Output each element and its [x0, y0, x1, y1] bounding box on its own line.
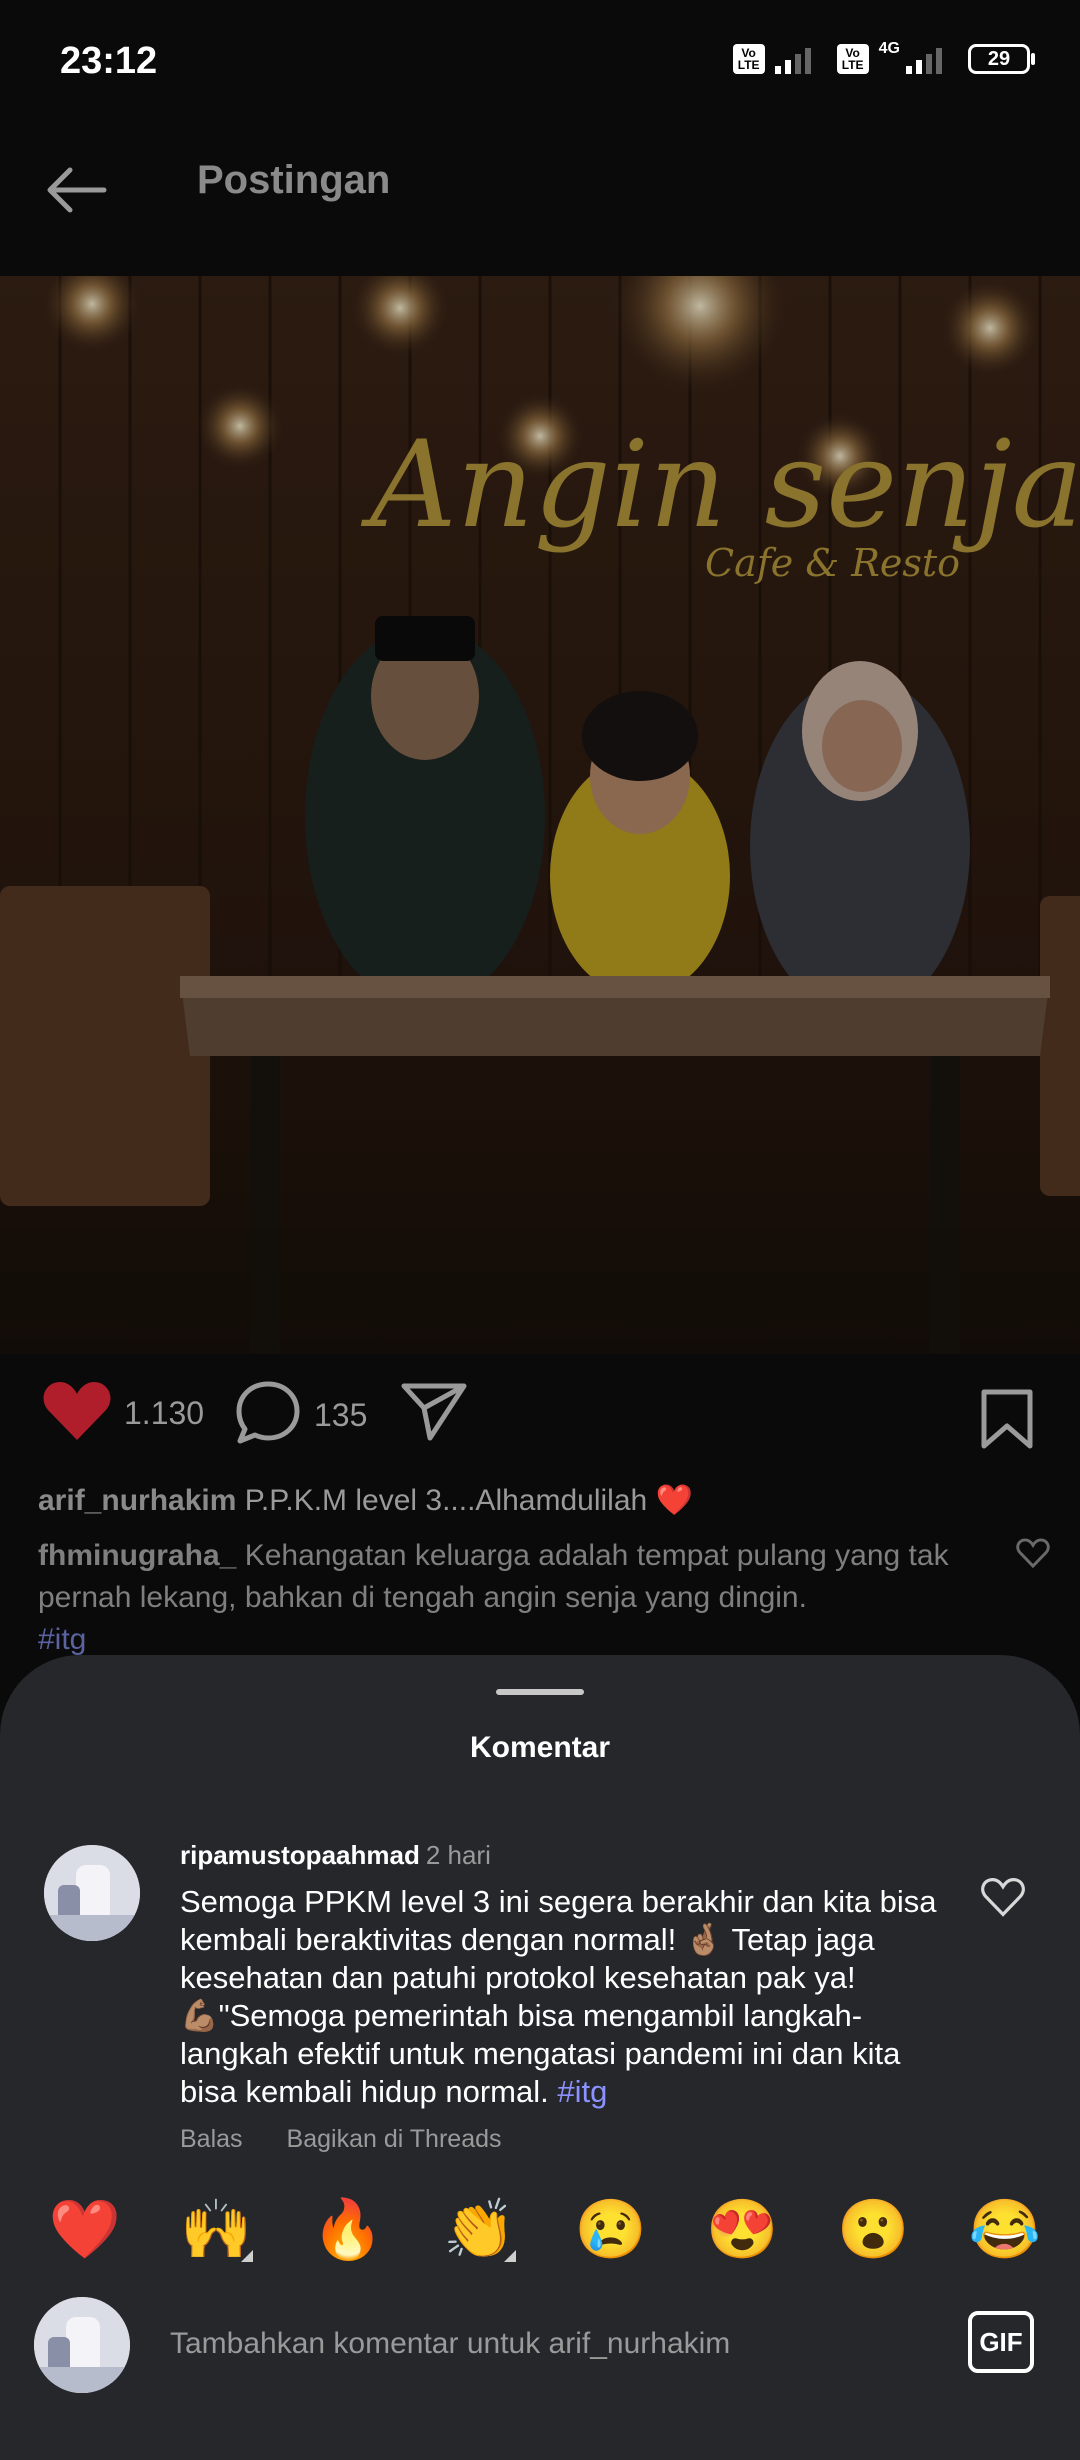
send-icon[interactable]: [400, 1380, 468, 1447]
comment-actions: Balas Bagikan di Threads: [180, 2125, 502, 2154]
signal-icon-2: [906, 44, 942, 74]
quick-emoji-bar: ❤️ 🙌 🔥 👏 😢 😍 😮 😂: [40, 2185, 1050, 2275]
comment-count[interactable]: 135: [314, 1397, 367, 1434]
bookmark-icon[interactable]: [980, 1388, 1034, 1455]
comment-time: 2 hari: [425, 1840, 491, 1870]
comment-input[interactable]: Tambahkan komentar untuk arif_nurhakim: [170, 2327, 730, 2361]
comment-header: ripamustopaahmad 2 hari: [180, 1840, 491, 1871]
page-title: Postingan: [197, 158, 391, 202]
signal-icon: [774, 44, 811, 74]
sheet-drag-handle[interactable]: [496, 1689, 584, 1695]
network-type: 4G: [878, 40, 900, 57]
comment-body: Semoga PPKM level 3 ini segera berakhir …: [180, 1883, 940, 2111]
emoji-crying-face[interactable]: 😢: [566, 2196, 656, 2264]
post-actions: 1.130 135: [0, 1380, 1080, 1460]
status-time: 23:12: [60, 40, 158, 82]
emoji-heart-eyes[interactable]: 😍: [697, 2196, 787, 2264]
top-comment-hashtag[interactable]: #itg: [38, 1623, 86, 1656]
sheet-title: Komentar: [469, 1731, 611, 1764]
battery-level: 29: [987, 47, 1011, 70]
comment-hashtag[interactable]: #itg: [557, 2074, 607, 2109]
emoji-red-heart[interactable]: ❤️: [40, 2196, 130, 2264]
caption-username[interactable]: arif_nurhakim: [38, 1484, 236, 1517]
top-comment-username[interactable]: fhminugraha_: [38, 1539, 236, 1572]
comment-input-row: Tambahkan komentar untuk arif_nurhakim G…: [0, 2285, 1080, 2405]
heart-outline-icon[interactable]: [1016, 1538, 1050, 1573]
gif-button[interactable]: GIF: [968, 2311, 1034, 2373]
emoji-fire[interactable]: 🔥: [303, 2196, 393, 2264]
emoji-tears-of-joy[interactable]: 😂: [960, 2196, 1050, 2264]
post-photo[interactable]: Angin senja Cafe & Resto: [0, 276, 1080, 1354]
status-bar: 23:12 Vo LTE Vo LTE 4G 29: [0, 0, 1080, 130]
current-user-avatar: [34, 2297, 130, 2393]
comment-action: 135: [234, 1380, 367, 1451]
avatar[interactable]: [44, 1845, 140, 1941]
comment-bubble-icon[interactable]: [234, 1380, 302, 1451]
share-threads-button[interactable]: Bagikan di Threads: [287, 2125, 502, 2154]
volte-icon-2: Vo LTE: [836, 44, 869, 74]
app-header: Postingan: [0, 130, 1080, 275]
heart-filled-icon[interactable]: [42, 1380, 112, 1447]
emoji-surprised-face[interactable]: 😮: [829, 2196, 919, 2264]
comment-like-heart-icon[interactable]: [980, 1877, 1026, 1922]
back-arrow-icon[interactable]: [40, 160, 120, 220]
like-count[interactable]: 1.130: [124, 1395, 204, 1432]
post-caption: arif_nurhakim P.P.K.M level 3....Alhamdu…: [38, 1480, 1038, 1522]
comment-username[interactable]: ripamustopaahmad: [180, 1840, 420, 1870]
status-icons: Vo LTE Vo LTE 4G 29: [732, 40, 1035, 74]
comments-sheet: Komentar ripamustopaahmad 2 hari Semoga P…: [0, 1655, 1080, 2460]
share-action: [400, 1380, 468, 1447]
battery-icon: 29: [968, 44, 1035, 74]
like-action: 1.130: [42, 1380, 204, 1447]
reply-button[interactable]: Balas: [180, 2125, 243, 2154]
emoji-clapping-hands[interactable]: 👏: [434, 2196, 524, 2264]
top-comment: fhminugraha_ Kehangatan keluarga adalah …: [38, 1535, 978, 1661]
caption-text: P.P.K.M level 3....Alhamdulilah ❤️: [244, 1484, 693, 1517]
emoji-raising-hands[interactable]: 🙌: [171, 2196, 261, 2264]
volte-icon: Vo LTE: [732, 44, 765, 74]
